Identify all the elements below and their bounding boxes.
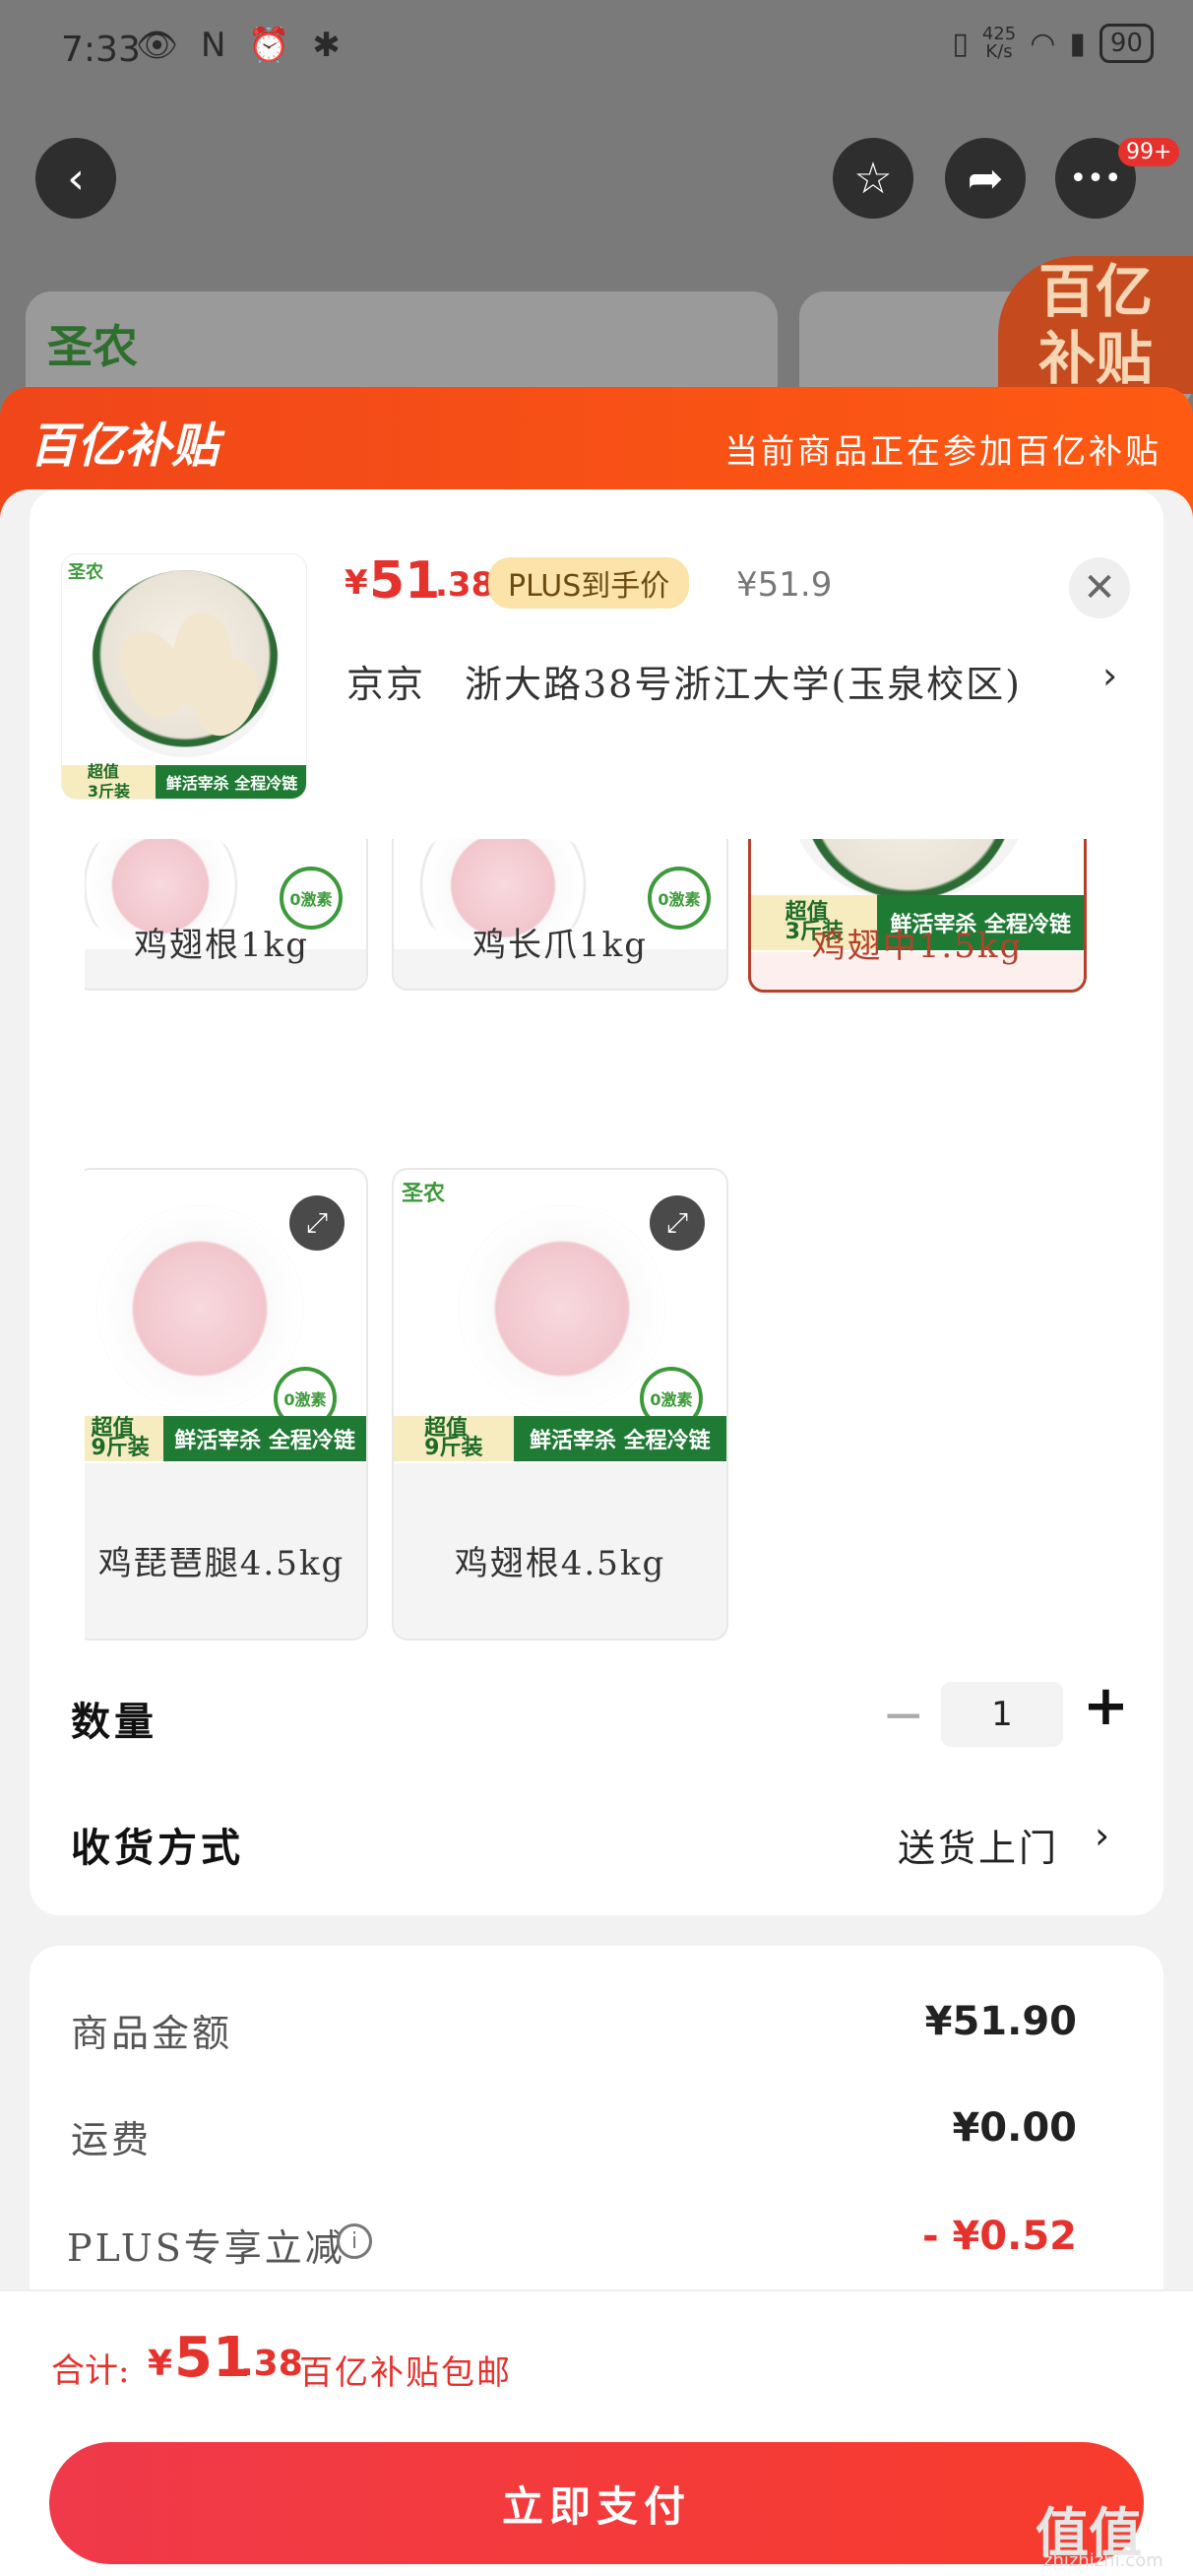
expand-icon[interactable]: ⤢ (650, 1195, 705, 1251)
delivery-method-value[interactable]: 送货上门 (898, 1818, 1059, 1872)
plus-discount-label: PLUS专享立减 (67, 2226, 345, 2270)
variant-option[interactable]: 圣农 0激素 超值 9斤装 鲜活宰杀 全程冷链 ⤢ 鸡翅根4.5kg (392, 1168, 728, 1641)
quantity-decrease-button[interactable]: − (882, 1686, 925, 1745)
variant-label: 鸡翅根4.5kg (454, 1544, 666, 1583)
variant-label: 鸡琵琶腿4.5kg (97, 1544, 345, 1583)
close-icon: ✕ (1083, 565, 1116, 611)
plus-discount-value: - ¥0.52 (921, 2214, 1077, 2259)
share-icon: ➦ (967, 153, 1004, 204)
pay-now-button[interactable]: 立即支付 (49, 2442, 1144, 2564)
favorite-button[interactable]: ☆ (833, 138, 913, 219)
star-icon: ☆ (853, 153, 893, 204)
vibrate-icon: ▯ (952, 26, 969, 61)
original-price: ¥51.9 (736, 565, 833, 605)
message-badge: 99+ (1118, 138, 1180, 166)
more-icon: ••• (1069, 161, 1122, 196)
quantity-input[interactable]: 1 (941, 1682, 1063, 1747)
variant-option[interactable]: 0激素 鸡长爪1kg (392, 839, 728, 991)
variant-option-selected[interactable]: 超值 3斤装 鲜活宰杀 全程冷链 鸡翅中1.5kg (748, 839, 1087, 993)
quantity-label: 数量 (71, 1700, 157, 1745)
product-thumbnail[interactable]: 圣农 超值 3斤装 鲜活宰杀 全程冷链 (61, 553, 307, 800)
product-image (92, 570, 279, 757)
wifi-icon: ◠ (1030, 26, 1056, 61)
chevron-right-icon[interactable]: › (1102, 654, 1117, 697)
shipping-fee-value: ¥0.00 (952, 2105, 1077, 2151)
variant-label: 鸡翅中1.5kg (811, 927, 1024, 966)
status-time: 7:33 (61, 30, 141, 70)
total-label: 合计: (51, 2351, 130, 2391)
variant-label: 鸡长爪1kg (472, 926, 648, 965)
subsidy-notice: 当前商品正在参加百亿补贴 (724, 432, 1162, 472)
delivery-method-label: 收货方式 (71, 1826, 244, 1871)
subsidy-logo: 百亿补贴 (30, 419, 220, 474)
back-icon: ‹ (67, 153, 85, 204)
variant-option[interactable]: 0激素 鸡翅根1kg (85, 839, 368, 991)
price-integer: 51 (369, 551, 441, 611)
battery-indicator: 90 (1099, 24, 1154, 63)
total-currency: ¥ (148, 2344, 173, 2384)
expand-icon[interactable]: ⤢ (289, 1195, 345, 1251)
variant-option[interactable]: 0激素 超值 9斤装 鲜活宰杀 全程冷链 ⤢ 鸡琵琶腿4.5kg (85, 1168, 368, 1641)
bg-brand-logo: 圣农 (47, 320, 138, 373)
goods-amount-value: ¥51.90 (924, 1999, 1077, 2044)
back-button[interactable]: ‹ (35, 138, 116, 219)
delivery-address[interactable]: 京京 浙大路38号浙江大学(玉泉校区) (346, 654, 1022, 708)
status-icons-left: 👁 N ⏰ ✱ (136, 26, 346, 65)
net-speed: 425 K/s (981, 24, 1017, 62)
variant-label: 鸡翅根1kg (134, 926, 309, 965)
price-currency: ¥ (345, 563, 368, 603)
variant-grid: 0激素 鸡翅根1kg 0激素 鸡长爪1kg 超值 3斤装 鲜活宰杀 全程冷链 鸡… (85, 839, 1108, 1646)
chevron-right-icon[interactable]: › (1095, 1814, 1109, 1857)
bg-subsidy-badge: 百亿 补贴 (998, 256, 1193, 394)
free-shipping-note: 百亿补贴包邮 (299, 2353, 512, 2393)
total-decimal: .38 (240, 2344, 303, 2384)
shipping-fee-label: 运费 (71, 2118, 153, 2161)
price-decimal: .38 (435, 565, 495, 605)
status-icons-right: ▯ 425 K/s ◠ ▮ 90 (952, 24, 1154, 63)
quantity-increase-button[interactable]: + (1083, 1674, 1129, 1738)
goods-amount-label: 商品金额 (71, 2012, 233, 2055)
info-icon[interactable]: i (337, 2223, 372, 2259)
close-button[interactable]: ✕ (1069, 557, 1130, 618)
status-bar: 7:33 👁 N ⏰ ✱ ▯ 425 K/s ◠ ▮ 90 (0, 0, 1193, 98)
share-button[interactable]: ➦ (945, 138, 1026, 219)
plus-price-tag: PLUS到手价 (488, 557, 690, 609)
brand-logo: 圣农 (68, 562, 103, 583)
site-watermark-url: zhizhizhi.com (1043, 2550, 1163, 2571)
alert-icon: ▮ (1069, 26, 1086, 61)
thumb-badge: 超值 3斤装 鲜活宰杀 全程冷链 (62, 762, 306, 799)
